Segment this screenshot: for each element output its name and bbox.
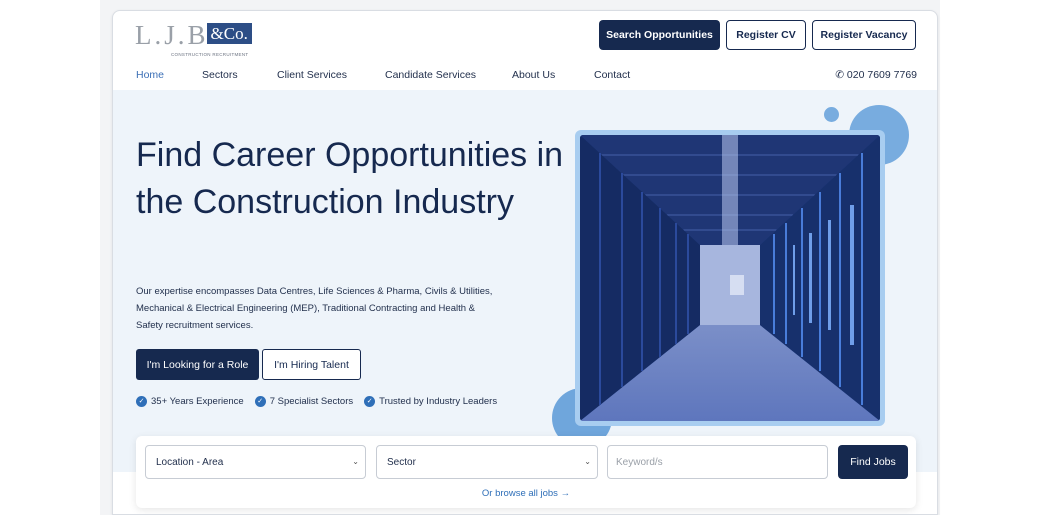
location-select[interactable]: Location - Area ⌄	[145, 445, 366, 479]
feature-label: 35+ Years Experience	[151, 396, 244, 407]
hero-description: Our expertise encompasses Data Centres, …	[136, 286, 493, 331]
search-opportunities-button[interactable]: Search Opportunities	[599, 20, 720, 50]
site-logo[interactable]: L.J.B &Co. CONSTRUCTION RECRUITMENT	[135, 20, 252, 57]
feature-item: ✓ 35+ Years Experience	[136, 396, 244, 407]
feature-label: Trusted by Industry Leaders	[379, 396, 498, 407]
nav-sectors[interactable]: Sectors	[202, 69, 238, 81]
nav-candidate-services[interactable]: Candidate Services	[385, 69, 476, 81]
decor-circle-small	[824, 107, 839, 122]
location-value: Location - Area	[156, 456, 224, 468]
phone-icon: ✆	[835, 69, 844, 81]
hero-title: Find Career Opportunities in the Constru…	[136, 136, 564, 221]
register-vacancy-button[interactable]: Register Vacancy	[812, 20, 916, 50]
job-search-bar: Location - Area ⌄ Sector ⌄ Keyword/s Fin…	[136, 436, 916, 508]
chevron-down-icon: ⌄	[352, 457, 359, 466]
keyword-input[interactable]: Keyword/s	[607, 445, 828, 479]
logo-badge: &Co.	[206, 23, 252, 44]
feature-item: ✓ 7 Specialist Sectors	[254, 396, 354, 407]
logo-subtitle: CONSTRUCTION RECRUITMENT	[171, 52, 249, 57]
looking-for-role-button[interactable]: I'm Looking for a Role	[136, 349, 259, 380]
find-jobs-button[interactable]: Find Jobs	[838, 445, 908, 479]
check-icon: ✓	[364, 396, 376, 407]
sector-value: Sector	[387, 456, 416, 468]
phone-number: 020 7609 7769	[846, 69, 917, 81]
nav-about-us[interactable]: About Us	[512, 69, 555, 81]
phone-link[interactable]: ✆ 020 7609 7769	[835, 69, 917, 81]
sector-select[interactable]: Sector ⌄	[376, 445, 598, 479]
main-nav: Home Sectors Client Services Candidate S…	[113, 61, 937, 89]
nav-client-services[interactable]: Client Services	[277, 69, 347, 81]
website-card: L.J.B &Co. CONSTRUCTION RECRUITMENT Sear…	[112, 10, 938, 515]
nav-contact[interactable]: Contact	[594, 69, 630, 81]
check-icon: ✓	[254, 396, 266, 407]
hero-image-frame	[575, 130, 885, 426]
check-icon: ✓	[136, 396, 147, 407]
data-centre-image	[580, 135, 880, 421]
feature-label: 7 Specialist Sectors	[269, 396, 354, 407]
hero-section: Find Career Opportunities in the Constru…	[113, 90, 937, 472]
hiring-talent-button[interactable]: I'm Hiring Talent	[262, 349, 361, 380]
logo-text: L.J.B	[135, 20, 209, 50]
register-cv-button[interactable]: Register CV	[726, 20, 806, 50]
nav-home[interactable]: Home	[136, 69, 164, 81]
feature-list: ✓ 35+ Years Experience ✓ 7 Specialist Se…	[136, 396, 497, 407]
feature-item: ✓ Trusted by Industry Leaders	[364, 396, 497, 407]
chevron-down-icon: ⌄	[584, 457, 591, 466]
browse-all-jobs-link[interactable]: Or browse all jobs →	[136, 488, 916, 499]
